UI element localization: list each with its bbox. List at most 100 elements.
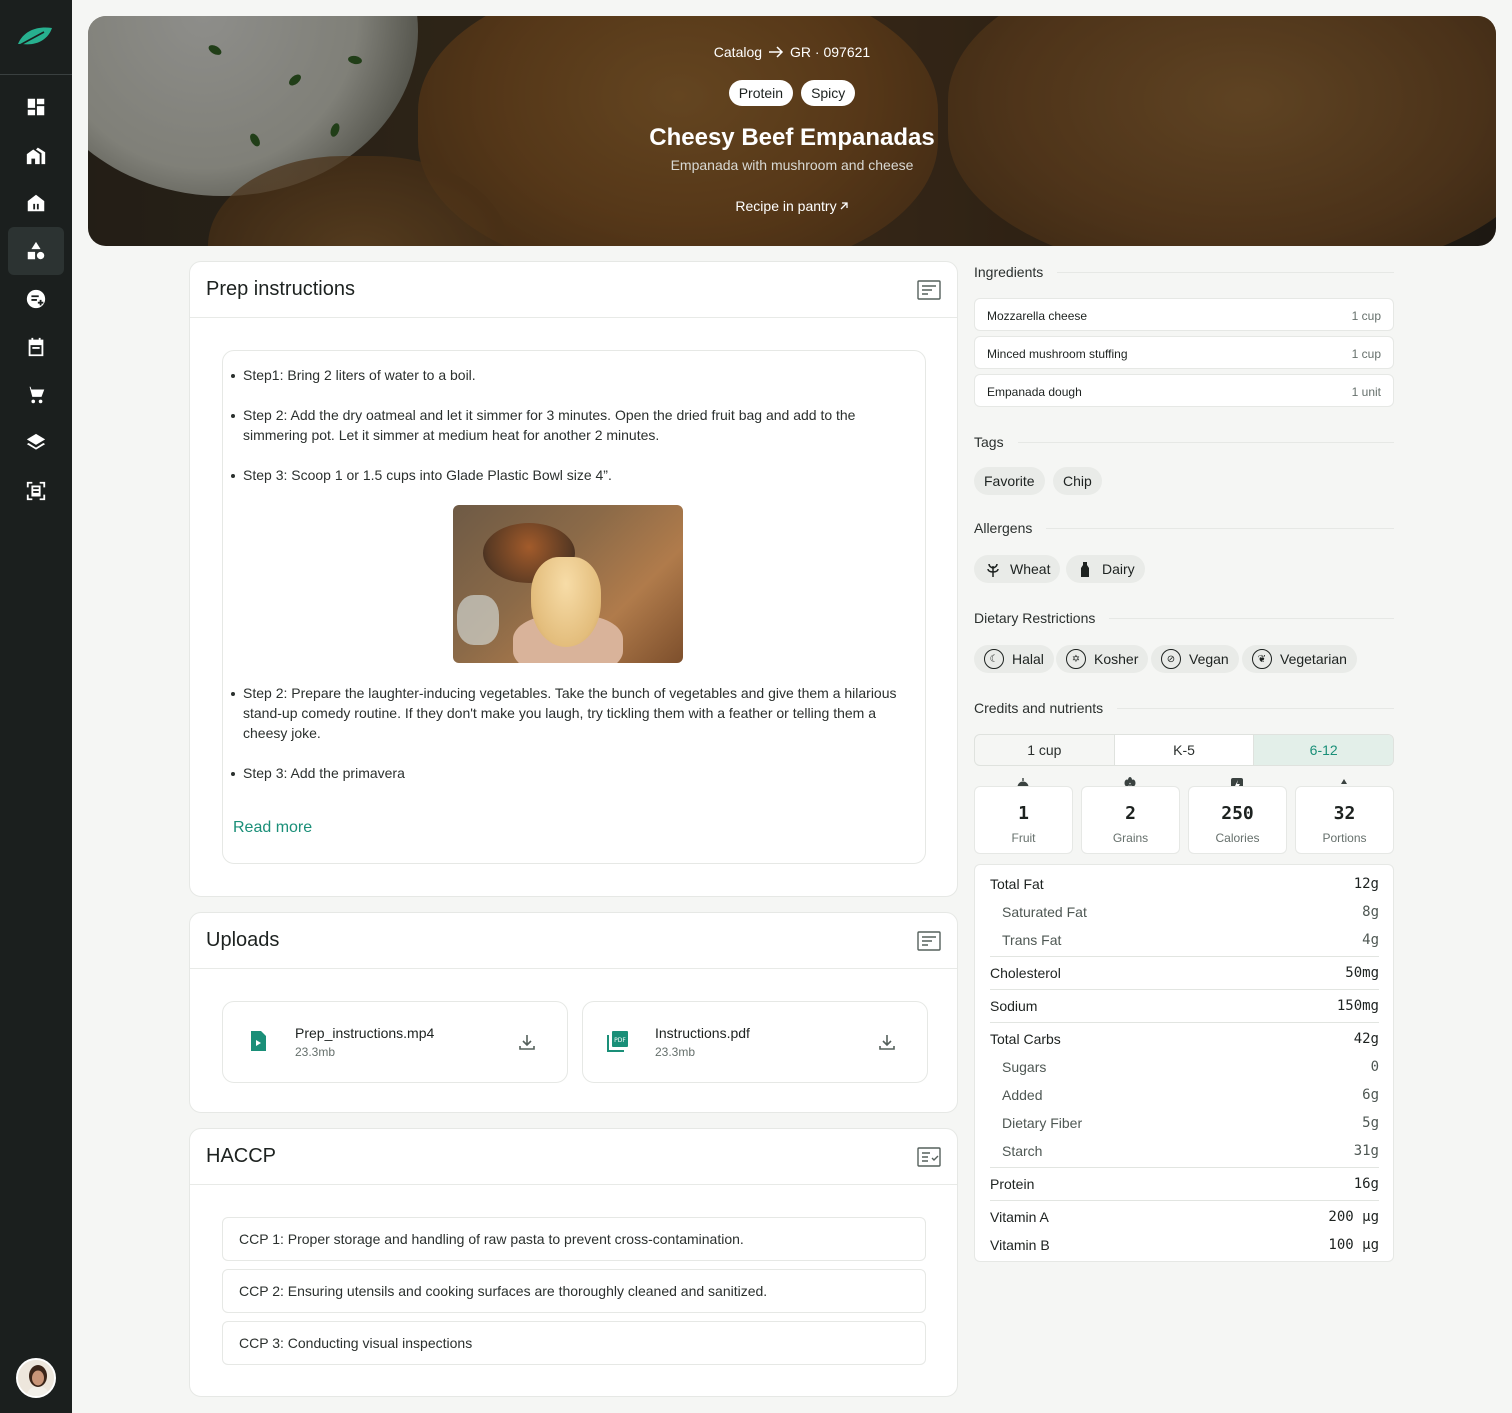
nutrient-value: 31g	[1353, 1143, 1379, 1159]
ingredient-name: Mozzarella cheese	[987, 309, 1088, 323]
prep-steps-box: Step1: Bring 2 liters of water to a boil…	[222, 350, 926, 864]
nutrient-row: Starch 31g	[1002, 1143, 1379, 1159]
file-name: Instructions.pdf	[655, 1025, 750, 1041]
halal-icon: ☾	[984, 649, 1004, 669]
credits-heading: Credits and nutrients	[974, 700, 1394, 716]
segment-option[interactable]: 1 cup	[975, 735, 1115, 765]
nutrient-row: Added 6g	[1002, 1087, 1379, 1103]
milk-bottle-icon	[1081, 562, 1089, 577]
avatar-portrait-icon	[18, 1360, 54, 1396]
tags-heading: Tags	[974, 434, 1394, 450]
sidebar-item-dashboard[interactable]	[8, 83, 64, 131]
divider	[990, 989, 1379, 990]
user-avatar[interactable]	[16, 1358, 56, 1398]
nutrient-row: Saturated Fat 8g	[1002, 904, 1379, 920]
hero-tags: Protein Spicy	[88, 80, 1496, 106]
leaf-logo-icon[interactable]	[16, 24, 54, 48]
stat-label: Grains	[1112, 831, 1149, 845]
dietary-label: Vegan	[1189, 651, 1229, 667]
section-title: Tags	[974, 434, 1004, 450]
prep-photo	[453, 505, 683, 663]
recipe-in-pantry-link[interactable]: Recipe in pantry	[88, 198, 1496, 214]
download-icon[interactable]	[517, 1032, 537, 1052]
stat-value: 32	[1333, 803, 1356, 824]
ingredients-heading: Ingredients	[974, 264, 1394, 280]
nutrient-value: 100 µg	[1328, 1237, 1379, 1253]
nutrient-value: 6g	[1362, 1087, 1379, 1103]
sidebar-item-calendar[interactable]	[8, 323, 64, 371]
nutrient-name: Sodium	[990, 998, 1038, 1014]
tag-chip: Spicy	[801, 80, 856, 106]
stat-value: 1	[1018, 803, 1029, 824]
video-file-icon	[251, 1031, 266, 1051]
nutrient-name: Vitamin B	[990, 1237, 1050, 1253]
prep-step: Step 3: Scoop 1 or 1.5 cups into Glade P…	[231, 465, 905, 485]
nutrient-name: Added	[1002, 1087, 1043, 1103]
stat-card-grains: 2 Grains	[1081, 786, 1180, 854]
nutrient-value: 12g	[1353, 876, 1379, 892]
prep-instructions-card: Prep instructions Step1: Bring 2 liters …	[189, 261, 958, 897]
nutrient-value: 0	[1370, 1059, 1379, 1075]
nutrient-row: Protein 16g	[990, 1176, 1379, 1192]
sidebar-item-buildings[interactable]	[8, 131, 64, 179]
ingredient-name: Empanada dough	[987, 385, 1082, 399]
nutrient-value: 4g	[1362, 932, 1379, 948]
section-title: Allergens	[974, 520, 1033, 536]
vegan-icon: ⊘	[1161, 649, 1181, 669]
nutrient-value: 200 µg	[1328, 1209, 1379, 1225]
dietary-label: Kosher	[1094, 651, 1139, 667]
sidebar-item-catalog[interactable]	[8, 227, 64, 275]
divider	[990, 1022, 1379, 1023]
calendar-icon	[28, 337, 44, 357]
tag-pill[interactable]: Favorite	[974, 467, 1045, 495]
add-list-icon	[26, 289, 46, 309]
breadcrumb: Catalog GR · 097621	[88, 44, 1496, 60]
checklist-icon[interactable]	[917, 1146, 941, 1167]
dietary-label: Halal	[1012, 651, 1044, 667]
serving-size-segmented-control: 1 cup K-5 6-12	[974, 734, 1394, 766]
sidebar-item-cart[interactable]	[8, 371, 64, 419]
section-title: Credits and nutrients	[974, 700, 1104, 716]
nutrient-name: Total Fat	[990, 876, 1044, 892]
sidebar-item-scan[interactable]	[8, 467, 64, 515]
segment-option-selected[interactable]: 6-12	[1254, 735, 1393, 765]
read-more-link[interactable]: Read more	[233, 819, 312, 837]
sidebar-item-store[interactable]	[8, 179, 64, 227]
notes-icon[interactable]	[917, 930, 941, 951]
upload-file-item[interactable]: PDF Instructions.pdf 23.3mb	[582, 1001, 928, 1083]
store-icon	[27, 194, 45, 212]
allergen-label: Dairy	[1102, 561, 1135, 577]
card-title: Prep instructions	[206, 278, 355, 300]
prep-step: Step1: Bring 2 liters of water to a boil…	[231, 365, 905, 385]
section-title: Dietary Restrictions	[974, 610, 1096, 626]
allergen-pill: Dairy	[1066, 555, 1145, 583]
ccp-item: CCP 2: Ensuring utensils and cooking sur…	[222, 1269, 926, 1313]
dietary-pill: ☾ Halal	[974, 645, 1054, 673]
nutrient-value: 8g	[1362, 904, 1379, 920]
recipe-hero-banner: Catalog GR · 097621 Protein Spicy Cheesy…	[88, 16, 1496, 246]
nutrient-value: 5g	[1362, 1115, 1379, 1131]
nutrient-row: Total Carbs 42g	[990, 1031, 1379, 1047]
nutrient-name: Cholesterol	[990, 965, 1061, 981]
stat-label: Calories	[1215, 831, 1260, 845]
nutrient-row: Vitamin B 100 µg	[990, 1237, 1379, 1253]
file-size: 23.3mb	[655, 1045, 696, 1059]
dashboard-icon	[27, 98, 45, 116]
upload-file-item[interactable]: Prep_instructions.mp4 23.3mb	[222, 1001, 568, 1083]
ingredient-row: Mozzarella cheese 1 cup	[974, 298, 1394, 331]
stat-card-portions: 32 Portions	[1295, 786, 1394, 854]
sidebar-item-layers[interactable]	[8, 419, 64, 467]
stat-card-calories: 250 Calories	[1188, 786, 1287, 854]
segment-option[interactable]: K-5	[1114, 735, 1255, 765]
stat-card-fruit: 1 Fruit	[974, 786, 1073, 854]
recipe-title: Cheesy Beef Empanadas	[649, 124, 935, 151]
scan-document-icon	[26, 481, 46, 501]
allergen-label: Wheat	[1010, 561, 1051, 577]
breadcrumb-root[interactable]: Catalog	[714, 44, 762, 60]
notes-icon[interactable]	[917, 279, 941, 300]
download-icon[interactable]	[877, 1032, 897, 1052]
sidebar-item-add-list[interactable]	[8, 275, 64, 323]
arrow-right-icon	[769, 46, 784, 58]
nutrient-row: Dietary Fiber 5g	[1002, 1115, 1379, 1131]
tag-pill[interactable]: Chip	[1053, 467, 1102, 495]
